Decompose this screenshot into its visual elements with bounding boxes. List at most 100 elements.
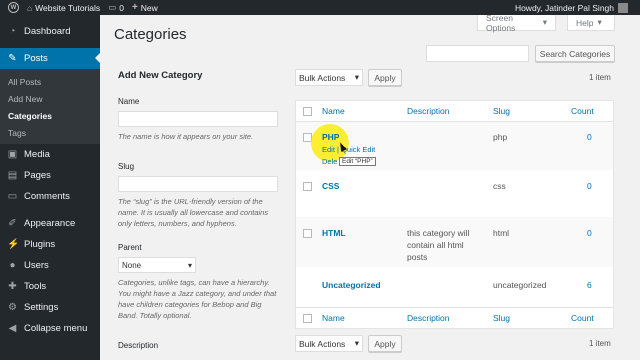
sidebar-item-dashboard[interactable]: ◔ Dashboard [0,21,100,42]
category-slug: php [493,132,508,142]
sidebar-item-label: Pages [24,170,51,181]
wordpress-icon: W [8,2,19,13]
column-count-header[interactable]: Count [571,106,594,116]
apply-button-bottom[interactable]: Apply [368,335,402,352]
new-label: New [140,2,158,13]
slug-field[interactable] [118,176,278,192]
column-name-header[interactable]: Name [322,106,345,116]
pin-icon: ✎ [8,53,17,64]
sidebar-item-appearance[interactable]: ✐ Appearance [0,213,100,234]
sidebar-item-tools[interactable]: ✚ Tools [0,276,100,297]
category-slug: uncategorized [493,280,547,290]
row-checkbox[interactable] [303,182,312,191]
edit-tooltip: Edit “PHP” [339,157,376,166]
column-description-footer[interactable]: Description [407,313,450,323]
category-count-link[interactable]: 0 [587,131,592,143]
category-name-link[interactable]: CSS [322,180,339,192]
row-checkbox[interactable] [303,229,312,238]
chevron-down-icon: ▾ [597,17,602,27]
category-count-link[interactable]: 6 [587,279,592,291]
comments-count: 0 [119,2,124,13]
category-name-link[interactable]: PHP [322,131,339,143]
apply-button-top[interactable]: Apply [368,69,402,86]
help-button[interactable]: Help ▾ [567,15,615,31]
parent-select[interactable]: None ▾ [118,257,196,273]
sidebar-item-label: Comments [24,191,70,202]
category-slug: html [493,228,510,238]
home-icon: ⌂ [27,2,33,13]
category-count-link[interactable]: 0 [587,227,592,239]
search-input[interactable] [426,45,529,62]
select-all-checkbox[interactable] [303,106,312,116]
comment-bubble-icon: ▭ [108,2,117,12]
chevron-down-icon: ▾ [354,338,359,348]
users-icon: ● [9,260,16,271]
new-content-link[interactable]: + New [132,2,158,13]
avatar [618,2,628,13]
add-category-form: Add New Category Name The name is how it… [118,70,278,350]
edit-link[interactable]: Edit [322,145,335,154]
column-name-footer[interactable]: Name [322,313,345,323]
column-slug-header[interactable]: Slug [493,106,510,116]
site-name-link[interactable]: ⌂ Website Tutorials [27,3,100,13]
sidebar-item-comments[interactable]: ▭ Comments [0,186,100,207]
sidebar-item-label: Media [24,149,50,160]
row-actions: Edit | Quick Edit [322,145,376,154]
pages-icon: ▤ [7,170,18,181]
page-title: Categories [114,26,187,43]
sidebar-item-label: Plugins [24,239,56,250]
items-count-top: 1 item [589,73,611,82]
bulk-actions-value: Bulk Actions [299,338,346,349]
chevron-down-icon: ▾ [354,72,359,82]
column-count-footer[interactable]: Count [571,313,594,323]
sidebar-item-label: Posts [24,53,48,64]
description-label: Description [118,341,159,350]
table-footer: Name Description Slug Count [296,307,613,328]
search-categories-button[interactable]: Search Categories [535,45,615,62]
column-slug-footer[interactable]: Slug [493,313,510,323]
sidebar-item-pages[interactable]: ▤ Pages [0,165,100,186]
sidebar-item-collapse[interactable]: ◀ Collapse menu [0,318,100,339]
sidebar-item-posts[interactable]: ✎ Posts [0,48,100,69]
screen-options-button[interactable]: Screen Options ▾ [477,13,556,33]
main-content: Screen Options ▾ Help ▾ Categories Searc… [100,13,640,360]
collapse-icon: ◀ [8,323,17,334]
sidebar-item-users[interactable]: ● Users [0,255,100,276]
sidebar-item-media[interactable]: ▣ Media [0,144,100,165]
sidebar-item-plugins[interactable]: ⚡ Plugins [0,234,100,255]
media-icon: ▣ [7,149,18,160]
wordpress-logo[interactable]: W [8,2,19,13]
submenu-tags[interactable]: Tags [0,124,100,141]
select-all-checkbox[interactable] [303,313,312,323]
name-field[interactable] [118,111,278,127]
dashboard-icon: ◔ [9,26,16,37]
category-name-link[interactable]: HTML [322,227,346,239]
category-count-link[interactable]: 0 [587,180,592,192]
table-header: Name Description Slug Count [296,101,613,122]
parent-label: Parent [118,243,142,252]
slug-help: The “slug” is the URL-friendly version o… [118,197,269,228]
admin-bar: W ⌂ Website Tutorials ▭ 0 + New Howdy, J… [0,0,640,15]
submenu-categories[interactable]: Categories [0,107,100,124]
items-count-bottom: 1 item [589,339,611,348]
sidebar-item-label: Settings [24,302,59,313]
category-name-link[interactable]: Uncategorized [322,279,381,291]
settings-icon: ⚙ [8,302,17,313]
delete-link[interactable]: Dele [322,157,337,166]
bulk-actions-select-top[interactable]: Bulk Actions ▾ [295,69,363,86]
bulk-actions-select-bottom[interactable]: Bulk Actions ▾ [295,335,363,352]
table-row: Uncategorized uncategorized 6 [296,267,613,308]
category-slug: css [493,181,506,191]
submenu-add-new[interactable]: Add New [0,90,100,107]
slug-label: Slug [118,162,135,171]
column-description-header[interactable]: Description [407,106,450,116]
tools-icon: ✚ [8,281,17,292]
sidebar-item-label: Tools [24,281,47,292]
appearance-icon: ✐ [8,218,17,229]
comments-link[interactable]: ▭ 0 [108,2,124,13]
sidebar-item-settings[interactable]: ⚙ Settings [0,297,100,318]
sidebar-item-label: Users [24,260,49,271]
my-account-link[interactable]: Howdy, Jatinder Pal Singh [515,2,628,13]
submenu-all-posts[interactable]: All Posts [0,73,100,90]
table-row: PHP Edit | Quick Edit Dele Edit “PHP” ph… [296,122,613,170]
